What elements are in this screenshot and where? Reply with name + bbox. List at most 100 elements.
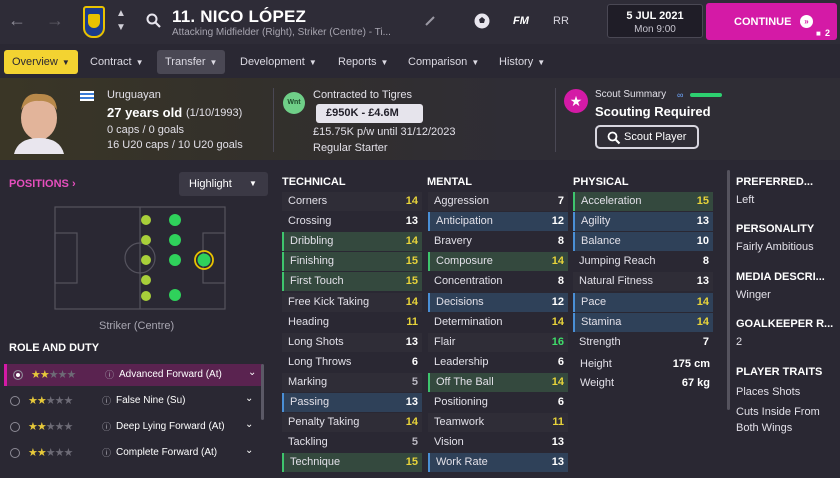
- position-dot[interactable]: [197, 253, 211, 267]
- technical-attribute-row[interactable]: First Touch 15: [282, 272, 422, 292]
- physical-attribute-row[interactable]: Natural Fitness 13: [573, 272, 713, 292]
- chevron-up-icon[interactable]: ▲: [116, 8, 126, 19]
- physical-attribute-row[interactable]: Jumping Reach 8: [573, 252, 713, 271]
- role-radio[interactable]: [10, 396, 20, 406]
- physical-attribute-row[interactable]: Agility 13: [573, 212, 713, 232]
- chevron-down-icon[interactable]: ⌄: [245, 393, 253, 404]
- technical-attribute-row[interactable]: Corners 14: [282, 192, 422, 211]
- tab-overview[interactable]: Overview ▼: [4, 50, 78, 74]
- info-icon[interactable]: ⓘ: [105, 368, 114, 381]
- role-radio[interactable]: [10, 448, 20, 458]
- mental-attribute-row[interactable]: Determination 14: [428, 313, 568, 332]
- technical-attribute-row[interactable]: Crossing 13: [282, 212, 422, 231]
- technical-attribute-row[interactable]: Finishing 15: [282, 252, 422, 272]
- technical-attribute-row[interactable]: Long Throws 6: [282, 353, 422, 372]
- binoculars-icon: ∞: [677, 90, 684, 100]
- football-icon[interactable]: [473, 12, 491, 30]
- mental-attribute-row[interactable]: Flair 16: [428, 332, 568, 352]
- tab-label: Overview: [12, 56, 58, 68]
- player-photo-avatar[interactable]: [10, 88, 68, 154]
- mental-attribute-row[interactable]: Leadership 6: [428, 353, 568, 372]
- chevron-down-icon[interactable]: ⌄: [248, 367, 256, 378]
- mental-attribute-row[interactable]: Anticipation 12: [428, 212, 568, 232]
- international-caps: 0 caps / 0 goals: [107, 124, 185, 136]
- info-icon[interactable]: ⓘ: [102, 446, 111, 459]
- position-dot[interactable]: [141, 215, 151, 225]
- technical-attribute-row[interactable]: Heading 11: [282, 313, 422, 332]
- chevron-down-icon[interactable]: ⌄: [245, 445, 253, 456]
- highlight-dropdown[interactable]: Highlight ▼: [179, 172, 268, 196]
- wanted-status-badge[interactable]: Wnt: [283, 92, 305, 114]
- tab-history[interactable]: History ▼: [491, 50, 553, 74]
- chevron-down-icon[interactable]: ▼: [116, 22, 126, 33]
- physical-attribute-row[interactable]: Strength 7: [573, 333, 713, 352]
- physical-attribute-row[interactable]: Acceleration 15: [573, 192, 713, 211]
- mental-attribute-row[interactable]: Concentration 8: [428, 272, 568, 291]
- transfer-value-badge[interactable]: £950K - £4.6M: [316, 104, 423, 123]
- role-radio[interactable]: [10, 422, 20, 432]
- physical-attribute-row[interactable]: Balance 10: [573, 232, 713, 252]
- mental-attribute-row[interactable]: Vision 13: [428, 433, 568, 452]
- rr-menu-button[interactable]: RR: [553, 15, 569, 27]
- technical-attribute-row[interactable]: Technique 15: [282, 453, 422, 473]
- mental-attribute-row[interactable]: Bravery 8: [428, 232, 568, 251]
- role-row[interactable]: ★★★★★ ⓘ Complete Forward (At) ⌄: [4, 442, 262, 464]
- position-dot[interactable]: [169, 214, 181, 226]
- role-row[interactable]: ★★★★★ ⓘ Advanced Forward (At) ⌄: [4, 364, 262, 386]
- role-row[interactable]: ★★★★★ ⓘ False Nine (Su) ⌄: [4, 390, 262, 412]
- mental-attribute-row[interactable]: Teamwork 11: [428, 413, 568, 433]
- technical-attribute-row[interactable]: Free Kick Taking 14: [282, 292, 422, 312]
- club-crest-logo[interactable]: [83, 6, 105, 38]
- physical-attribute-row[interactable]: Stamina 14: [573, 312, 713, 332]
- media-description-value: Winger: [736, 289, 771, 301]
- edit-pencil-icon[interactable]: [424, 15, 436, 27]
- mental-attribute-row[interactable]: Off The Ball 14: [428, 372, 568, 392]
- info-icon[interactable]: ⓘ: [102, 394, 111, 407]
- mental-attribute-row[interactable]: Positioning 6: [428, 393, 568, 412]
- position-dot[interactable]: [141, 275, 151, 285]
- continue-button[interactable]: CONTINUE » ■ 2: [706, 3, 837, 40]
- tab-reports[interactable]: Reports ▼: [330, 50, 396, 74]
- role-radio[interactable]: [13, 370, 23, 380]
- tab-comparison[interactable]: Comparison ▼: [400, 50, 487, 74]
- technical-attribute-row[interactable]: Tackling 5: [282, 433, 422, 452]
- mental-attribute-row[interactable]: Aggression 7: [428, 192, 568, 211]
- attribute-name: Teamwork: [434, 416, 485, 429]
- technical-attribute-row[interactable]: Passing 13: [282, 393, 422, 412]
- right-panel-scrollbar[interactable]: [727, 170, 730, 410]
- tab-development[interactable]: Development ▼: [232, 50, 325, 74]
- technical-attribute-row[interactable]: Long Shots 13: [282, 332, 422, 352]
- game-date-box[interactable]: 5 JUL 2021 Mon 9:00: [607, 4, 703, 38]
- fm-menu-button[interactable]: FM: [513, 15, 529, 27]
- technical-attribute-row[interactable]: Penalty Taking 14: [282, 413, 422, 433]
- mental-attribute-row[interactable]: Composure 14: [428, 252, 568, 272]
- position-dot[interactable]: [141, 255, 151, 265]
- profile-tabs: Overview ▼ Contract ▼ Transfer ▼ Developmen…: [0, 44, 840, 78]
- attribute-value: 14: [405, 295, 418, 308]
- info-icon[interactable]: ⓘ: [102, 420, 111, 433]
- position-dot[interactable]: [169, 254, 181, 266]
- forward-arrow-icon[interactable]: →: [46, 10, 64, 31]
- chevron-down-icon[interactable]: ⌄: [245, 419, 253, 430]
- back-arrow-icon[interactable]: ←: [8, 10, 26, 31]
- mental-attribute-row[interactable]: Work Rate 13: [428, 453, 568, 473]
- technical-attribute-row[interactable]: Dribbling 14: [282, 232, 422, 252]
- attribute-value: 7: [702, 335, 709, 348]
- positions-link[interactable]: POSITIONS ›: [9, 178, 76, 190]
- role-row[interactable]: ★★★★★ ⓘ Deep Lying Forward (At) ⌄: [4, 416, 262, 438]
- role-list-scrollbar[interactable]: [261, 364, 264, 420]
- search-icon[interactable]: [146, 13, 162, 29]
- mental-attribute-row[interactable]: Decisions 12: [428, 292, 568, 312]
- tab-contract[interactable]: Contract ▼: [82, 50, 152, 74]
- attribute-value: 11: [552, 416, 564, 429]
- top-bar: ← → ▲ ▼ 11. NICO LÓPEZ Attacking Midfiel…: [0, 0, 840, 44]
- tab-transfer[interactable]: Transfer ▼: [157, 50, 226, 74]
- position-dot[interactable]: [169, 234, 181, 246]
- physical-attribute-row[interactable]: Pace 14: [573, 292, 713, 312]
- position-dot[interactable]: [169, 289, 181, 301]
- scout-player-button[interactable]: Scout Player: [595, 125, 699, 149]
- position-dot[interactable]: [141, 235, 151, 245]
- technical-attribute-row[interactable]: Marking 5: [282, 372, 422, 392]
- position-dot[interactable]: [141, 291, 151, 301]
- notification-count: 2: [825, 28, 831, 38]
